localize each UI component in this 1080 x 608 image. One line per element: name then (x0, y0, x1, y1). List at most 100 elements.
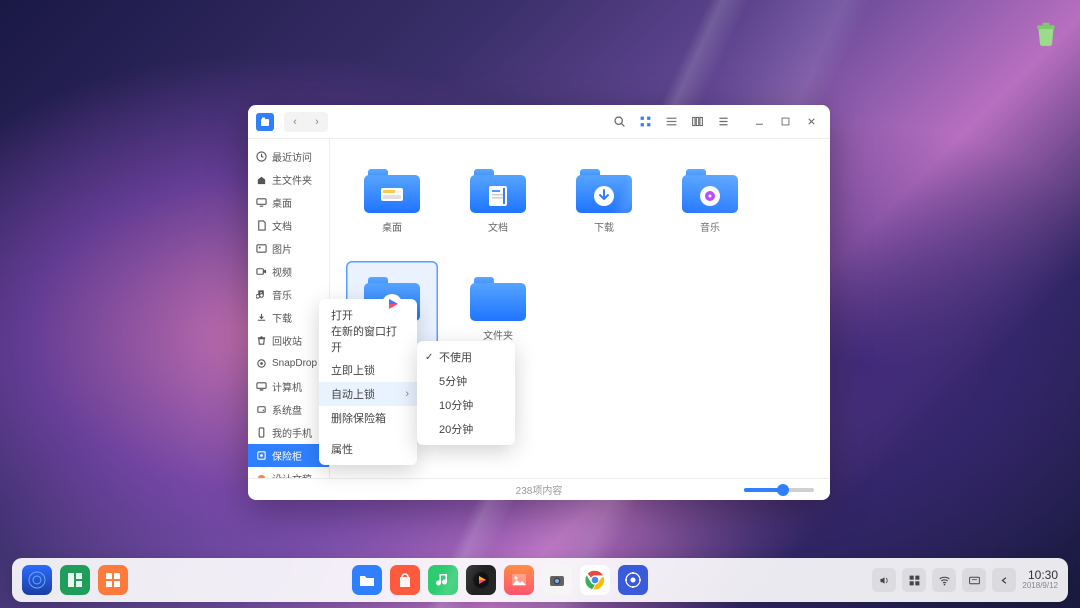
clock[interactable]: 10:30 2018/9/12 (1022, 569, 1058, 591)
desktop-trash-icon[interactable] (1026, 14, 1066, 54)
dock-music[interactable] (428, 565, 458, 595)
folder-icon (470, 277, 526, 321)
sidebar-item-sysdisk[interactable]: 系统盘 (248, 398, 329, 421)
dock-camera[interactable] (542, 565, 572, 595)
home-icon (256, 174, 267, 185)
desktop-icon (256, 197, 267, 208)
status-text: 238项内容 (516, 482, 563, 497)
sidebar-item-home[interactable]: 主文件夹 (248, 168, 329, 191)
dock-apps[interactable] (98, 565, 128, 595)
minimize-button[interactable] (748, 111, 770, 133)
sidebar-item-downloads[interactable]: 下载 (248, 306, 329, 329)
icon-view-button[interactable] (634, 111, 656, 133)
folder-label: 音乐 (700, 219, 720, 234)
zoom-slider[interactable] (744, 488, 814, 492)
sidebar-item-label: 回收站 (272, 333, 302, 348)
sidebar-item-design[interactable]: 设计文稿 (248, 467, 329, 478)
dock-files[interactable] (352, 565, 382, 595)
tray-wifi-icon[interactable] (932, 568, 956, 592)
maximize-button[interactable] (774, 111, 796, 133)
dock-launcher[interactable] (22, 565, 52, 595)
sidebar-item-label: SnapDrop (272, 358, 317, 369)
sidebar-item-vault[interactable]: 保险柜 (248, 444, 329, 467)
titlebar: ‹ › (248, 105, 830, 139)
clock-date: 2018/9/12 (1022, 582, 1058, 591)
folder-f-downloads[interactable]: 下载 (558, 153, 650, 249)
dock-store[interactable] (390, 565, 420, 595)
music-icon (256, 289, 267, 300)
vault-icon (256, 450, 267, 461)
hamburger-menu-icon[interactable] (712, 111, 734, 133)
sidebar-item-label: 音乐 (272, 287, 292, 302)
tray-input-icon[interactable] (962, 568, 986, 592)
folder-label: 文档 (488, 219, 508, 234)
folder-icon (576, 169, 632, 213)
back-button[interactable]: ‹ (284, 112, 306, 132)
desktop-overlay-icon (364, 179, 420, 213)
submenu-20m[interactable]: 20分钟 (417, 417, 515, 441)
download-overlay-icon (576, 179, 632, 213)
snap-icon (256, 358, 267, 369)
doc-overlay-icon (470, 179, 526, 213)
search-icon[interactable] (608, 111, 630, 133)
menu-delete-vault[interactable]: 删除保险箱 (319, 406, 417, 430)
list-view-button[interactable] (660, 111, 682, 133)
dock-chrome[interactable] (580, 565, 610, 595)
folder-label: 下载 (594, 219, 614, 234)
sidebar-item-documents[interactable]: 文档 (248, 214, 329, 237)
sidebar: 最近访问主文件夹桌面文档图片视频音乐下载回收站 SnapDrop 计算机系统盘我的手… (248, 139, 330, 478)
menu-open-new[interactable]: 在新的窗口打开 (319, 327, 417, 351)
submenu-5m[interactable]: 5分钟 (417, 369, 515, 393)
sidebar-item-videos[interactable]: 视频 (248, 260, 329, 283)
sidebar-item-label: 计算机 (272, 379, 302, 394)
tray-grid-icon[interactable] (902, 568, 926, 592)
menu-properties[interactable]: 属性 (319, 437, 417, 461)
menu-lock-now[interactable]: 立即上锁 (319, 358, 417, 382)
app-icon (256, 113, 274, 131)
sidebar-item-computer[interactable]: 计算机 (248, 375, 329, 398)
dock-multitask[interactable] (60, 565, 90, 595)
column-view-button[interactable] (686, 111, 708, 133)
folder-icon (364, 277, 420, 321)
folder-label: 文件夹 (483, 327, 513, 342)
trash-icon (256, 335, 267, 346)
sidebar-item-label: 保险柜 (272, 448, 302, 463)
video-overlay-icon (364, 287, 420, 321)
music-overlay-icon (682, 179, 738, 213)
image-icon (256, 243, 267, 254)
sidebar-item-label: 图片 (272, 241, 292, 256)
submenu-10m[interactable]: 10分钟 (417, 393, 515, 417)
folder-label: 桌面 (382, 219, 402, 234)
nav-buttons: ‹ › (284, 112, 328, 132)
sidebar-item-desktop[interactable]: 桌面 (248, 191, 329, 214)
context-submenu: 不使用5分钟10分钟20分钟 (417, 341, 515, 445)
folder-f-desktop[interactable]: 桌面 (346, 153, 438, 249)
context-menu: 打开在新的窗口打开立即上锁自动上锁删除保险箱属性 (319, 299, 417, 465)
desktop: ‹ › 最近访问主文件夹桌面文档图片视频音乐下载回收站SnapDrop计算机系统… (0, 0, 1080, 608)
zoom-knob-icon[interactable] (777, 484, 789, 496)
dock-video[interactable] (466, 565, 496, 595)
computer-icon (256, 381, 267, 392)
sidebar-item-snapdrop[interactable]: SnapDrop (248, 352, 329, 375)
sidebar-item-recent[interactable]: 最近访问 (248, 145, 329, 168)
sidebar-item-trash[interactable]: 回收站 (248, 329, 329, 352)
sidebar-item-music[interactable]: 音乐 (248, 283, 329, 306)
tray-chevron-icon[interactable] (992, 568, 1016, 592)
forward-button[interactable]: › (306, 112, 328, 132)
status-bar: 238项内容 (248, 478, 830, 500)
folder-f-docs[interactable]: 文档 (452, 153, 544, 249)
folder-f-music[interactable]: 音乐 (664, 153, 756, 249)
sidebar-item-pictures[interactable]: 图片 (248, 237, 329, 260)
sidebar-item-label: 设计文稿 (272, 471, 312, 478)
sidebar-item-label: 主文件夹 (272, 172, 312, 187)
blank-overlay-icon (470, 287, 526, 321)
system-tray (872, 568, 1016, 592)
submenu-none[interactable]: 不使用 (417, 345, 515, 369)
tray-sound-icon[interactable] (872, 568, 896, 592)
dock-photos[interactable] (504, 565, 534, 595)
sidebar-item-phone[interactable]: 我的手机 (248, 421, 329, 444)
dock-settings[interactable] (618, 565, 648, 595)
close-button[interactable] (800, 111, 822, 133)
phone-icon (256, 427, 267, 438)
menu-auto-lock[interactable]: 自动上锁 (319, 382, 417, 406)
